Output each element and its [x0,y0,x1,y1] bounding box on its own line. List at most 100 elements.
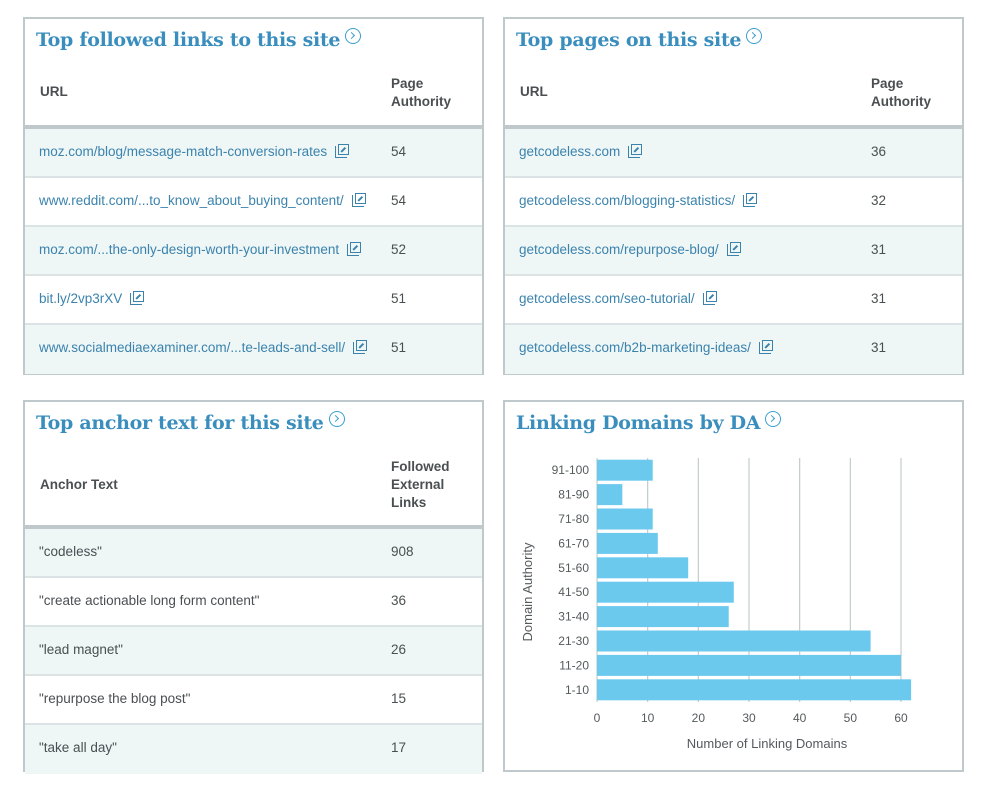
table-row: "codeless" 908 [25,529,482,578]
column-header-followed-external-links: Followed External Links [391,459,450,510]
top-anchor-text-card: Top anchor text for this site Anchor Tex… [23,400,484,774]
external-link-icon[interactable] [726,241,741,256]
url-link[interactable]: getcodeless.com/blogging-statistics/ [519,192,758,208]
bar [597,508,653,530]
url-link[interactable]: www.reddit.com/...to_know_about_buying_c… [39,192,366,208]
column-header-url: URL [40,84,68,99]
page-authority-value: 51 [391,291,407,306]
url-link[interactable]: www.socialmediaexaminer.com/...te-leads-… [39,339,368,355]
y-axis-title: Domain Authority [520,542,535,641]
y-tick-label: 51-60 [558,561,589,575]
y-tick-label: 1-10 [565,683,589,697]
table-body: getcodeless.com 36 getcodeless.com/bloggin… [505,129,962,374]
url-text: getcodeless.com/blogging-statistics/ [519,193,736,208]
bar [597,581,734,603]
table-header: URL Page Authority [505,19,962,129]
linking-domains-bar-chart: 0 10 20 30 40 50 60 91-100 81-90 71-80 61-70 51-60 4… [520,458,912,751]
x-tick-label: 0 [594,711,601,725]
anchor-text-value: "take all day" [39,740,117,755]
table-body: moz.com/blog/message-match-conversion-ra… [25,129,482,374]
url-text: getcodeless.com/seo-tutorial/ [519,291,695,306]
url-link[interactable]: getcodeless.com/seo-tutorial/ [519,290,717,306]
external-link-icon[interactable] [335,143,350,158]
table-row: moz.com/...the-only-design-worth-your-in… [25,227,482,276]
external-link-icon[interactable] [130,290,145,305]
anchor-text-value: "repurpose the blog post" [39,691,191,706]
external-link-icon[interactable] [743,192,758,207]
table-row: getcodeless.com/repurpose-blog/31 [505,227,962,276]
x-axis-title: Number of Linking Domains [687,736,848,751]
url-text: bit.ly/2vp3rXV [39,291,123,306]
column-header-url: URL [520,84,548,99]
url-text: getcodeless.com/repurpose-blog/ [519,242,719,257]
external-link-icon[interactable] [758,339,773,354]
external-link-icon[interactable] [702,290,717,305]
top-pages-card: Top pages on this site URL Page Authorit… [503,17,964,375]
x-tick-label: 10 [641,711,655,725]
bar [597,679,912,701]
page-authority-value: 31 [871,291,887,306]
table-row: "create actionable long form content" 36 [25,578,482,627]
page-authority-value: 31 [871,340,887,355]
url-text: www.reddit.com/...to_know_about_buying_c… [39,193,344,208]
page-authority-value: 54 [391,144,407,159]
y-tick-label: 11-20 [559,658,589,672]
table-row: getcodeless.com 36 [505,129,962,178]
external-link-icon[interactable] [351,192,366,207]
column-header-page-authority: Page Authority [391,76,451,109]
anchor-text-value: "codeless" [39,544,102,559]
followed-links-value: 17 [391,740,407,755]
column-header-anchor-text: Anchor Text [40,477,118,492]
followed-links-value: 908 [391,544,414,559]
table-row: bit.ly/2vp3rXV 51 [25,276,482,325]
table-row: moz.com/blog/message-match-conversion-ra… [25,129,482,178]
url-text: moz.com/...the-only-design-worth-your-in… [39,242,340,257]
external-link-icon[interactable] [353,339,368,354]
url-link[interactable]: bit.ly/2vp3rXV [39,290,145,306]
y-tick-label: 71-80 [558,512,589,526]
table-row: getcodeless.com/b2b-marketing-ideas/31 [505,325,962,374]
y-tick-label: 91-100 [552,463,590,477]
bar [597,459,653,481]
page-authority-value: 52 [391,242,407,257]
table-row: getcodeless.com/seo-tutorial/31 [505,276,962,325]
url-link[interactable]: getcodeless.com [519,143,643,159]
table-body: "codeless" 908 "create actionable long for… [25,529,482,774]
url-link[interactable]: moz.com/...the-only-design-worth-your-in… [39,241,362,257]
page-authority-value: 54 [391,193,407,208]
followed-links-value: 15 [391,691,407,706]
table-row: www.reddit.com/...to_know_about_buying_c… [25,178,482,227]
url-text: getcodeless.com/b2b-marketing-ideas/ [519,340,751,355]
external-link-icon[interactable] [347,241,362,256]
url-text: moz.com/blog/message-match-conversion-ra… [39,144,328,159]
page-authority-value: 31 [871,242,887,257]
y-tick-label: 21-30 [558,634,589,648]
table-row: "repurpose the blog post" 15 [25,676,482,725]
followed-links-value: 36 [391,593,407,608]
bar [597,654,901,676]
table-row: "take all day" 17 [25,725,482,774]
external-link-icon[interactable] [628,143,643,158]
linking-domains-card: Linking Domains by DA 0 10 20 30 40 50 60 91-10… [503,400,964,772]
table-header: Anchor Text Followed External Links [25,402,482,529]
y-tick-label: 81-90 [558,488,589,502]
table-row: getcodeless.com/blogging-statistics/32 [505,178,962,227]
table-header: URL Page Authority [25,19,482,129]
page-authority-value: 51 [391,340,407,355]
url-text: getcodeless.com [519,144,621,159]
x-tick-label: 50 [844,711,858,725]
url-link[interactable]: moz.com/blog/message-match-conversion-ra… [39,143,350,159]
column-header-page-authority: Page Authority [871,76,931,109]
url-link[interactable]: getcodeless.com/b2b-marketing-ideas/ [519,339,773,355]
page-authority-value: 32 [871,193,887,208]
y-tick-label: 31-40 [558,610,589,624]
url-link[interactable]: getcodeless.com/repurpose-blog/ [519,241,741,257]
x-tick-label: 30 [742,711,756,725]
bar [597,557,689,579]
x-tick-label: 40 [793,711,807,725]
table-row: "lead magnet" 26 [25,627,482,676]
bar [597,606,729,628]
y-tick-label: 61-70 [558,536,589,550]
table-row: www.socialmediaexaminer.com/...te-leads-… [25,325,482,374]
followed-links-value: 26 [391,642,407,657]
